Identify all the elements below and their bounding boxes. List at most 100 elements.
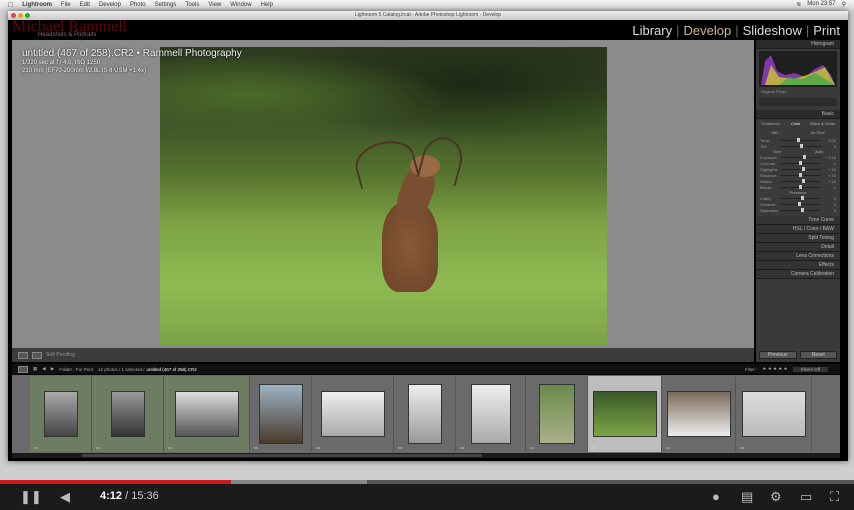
settings-gear-icon[interactable]: ⚙	[770, 489, 782, 505]
slider-value[interactable]: + 33	[824, 173, 836, 178]
reset-button[interactable]: Reset	[799, 351, 837, 359]
slider-track[interactable]	[781, 178, 821, 183]
slider-value[interactable]: 0.00	[824, 138, 836, 143]
selected-filename[interactable]: untitled (467 of 258).CR2	[147, 367, 197, 372]
slider-knob[interactable]	[802, 154, 806, 159]
slider-knob[interactable]	[801, 178, 805, 183]
menu-photo[interactable]: Photo	[130, 2, 146, 8]
fullscreen-icon[interactable]: ⛶	[830, 489, 839, 505]
watch-later-icon[interactable]: ●	[712, 489, 720, 504]
back-arrow-icon[interactable]: ◀	[42, 366, 45, 372]
filmstrip-thumbnail[interactable]: •••	[736, 376, 812, 452]
filmstrip-thumbnail[interactable]: •••	[92, 376, 164, 452]
filmstrip-thumbnail[interactable]: •••	[312, 376, 394, 452]
slider-track[interactable]	[781, 143, 821, 148]
auto-tone-button[interactable]: Auto	[815, 149, 823, 154]
slider-knob[interactable]	[798, 184, 802, 189]
slider-knob[interactable]	[801, 195, 805, 200]
slider-track[interactable]	[781, 137, 821, 142]
slider-value[interactable]: 0	[824, 196, 836, 201]
loupe-view-button[interactable]	[18, 351, 28, 359]
panel-section-detail[interactable]: Detail	[756, 243, 840, 252]
menu-settings[interactable]: Settings	[155, 2, 177, 8]
slider-track[interactable]	[781, 207, 821, 212]
slider-value[interactable]: + 25	[824, 179, 836, 184]
menu-tools[interactable]: Tools	[185, 2, 199, 8]
slider-track[interactable]	[781, 166, 821, 171]
module-develop[interactable]: Develop	[684, 23, 732, 38]
filmstrip-thumbnail[interactable]: •••	[588, 376, 662, 452]
slider-value[interactable]: 0	[824, 208, 836, 213]
menu-window[interactable]: Window	[230, 2, 251, 8]
soft-proofing-checkbox[interactable]: Soft Proofing	[46, 352, 75, 358]
slider-value[interactable]: 0	[824, 161, 836, 166]
filmstrip-scrollbar[interactable]	[12, 453, 840, 458]
folder-source[interactable]: Folder : For Print	[59, 367, 93, 372]
filmstrip-thumbnail[interactable]: •••	[394, 376, 456, 452]
treatment-color[interactable]: Color	[791, 121, 801, 126]
menu-view[interactable]: View	[208, 2, 221, 8]
panel-section-split-toning[interactable]: Split Toning	[756, 234, 840, 243]
filmstrip-thumbnail[interactable]: •••	[30, 376, 92, 452]
video-progress-bar[interactable]	[0, 480, 854, 484]
menu-lightroom[interactable]: Lightroom	[22, 2, 52, 8]
white-balance-select[interactable]: As Shot	[811, 130, 825, 135]
menu-develop[interactable]: Develop	[99, 2, 121, 8]
spotlight-icon[interactable]: ⚲	[842, 1, 846, 8]
filmstrip-thumbnail[interactable]: •••	[662, 376, 736, 452]
slider-value[interactable]: 0	[824, 144, 836, 149]
tool-strip[interactable]	[759, 98, 837, 106]
slider-track[interactable]	[781, 154, 821, 159]
slider-value[interactable]: 0	[824, 202, 836, 207]
slider-knob[interactable]	[799, 160, 803, 165]
module-library[interactable]: Library	[632, 23, 672, 38]
pause-icon[interactable]: ❚❚	[20, 489, 42, 505]
compare-view-button[interactable]	[32, 351, 42, 359]
slider-track[interactable]	[781, 195, 821, 200]
panel-section-hsl-color-b-w[interactable]: HSL / Color / B&W	[756, 225, 840, 234]
module-print[interactable]: Print	[813, 23, 840, 38]
panel-section-effects[interactable]: Effects	[756, 261, 840, 270]
theater-mode-icon[interactable]: ▭	[800, 489, 812, 505]
captions-icon[interactable]: ▤	[741, 489, 753, 505]
filmstrip-thumbnail[interactable]: •••	[526, 376, 588, 452]
histogram-header[interactable]: Histogram	[756, 40, 840, 49]
apple-icon[interactable]: 	[8, 2, 13, 9]
menu-edit[interactable]: Edit	[80, 2, 90, 8]
slider-knob[interactable]	[797, 137, 800, 142]
clock[interactable]: Mon 23:57	[807, 1, 835, 8]
forward-arrow-icon[interactable]: ▶	[51, 366, 54, 372]
slider-knob[interactable]	[802, 166, 806, 171]
panel-section-camera-calibration[interactable]: Camera Calibration	[756, 270, 840, 279]
original-photo-checkbox[interactable]: Original Photo	[756, 89, 840, 94]
grid-icon[interactable]: ▦	[33, 366, 37, 372]
menu-help[interactable]: Help	[261, 2, 273, 8]
module-slideshow[interactable]: Slideshow	[743, 23, 802, 38]
slider-track[interactable]	[781, 184, 821, 189]
panel-section-tone-curve[interactable]: Tone Curve	[756, 216, 840, 225]
panel-section-lens-corrections[interactable]: Lens Corrections	[756, 252, 840, 261]
filter-select[interactable]: Filters Off	[792, 366, 828, 372]
filmstrip-thumbnail[interactable]: •••	[250, 376, 312, 452]
menu-file[interactable]: File	[61, 2, 71, 8]
filter-stars[interactable]: ★ ★ ★ ★ ★	[762, 366, 787, 372]
slider-value[interactable]: 0	[824, 185, 836, 190]
slider-track[interactable]	[781, 160, 821, 165]
slider-knob[interactable]	[799, 172, 802, 177]
slider-knob[interactable]	[799, 143, 803, 148]
slider-value[interactable]: + 33	[824, 167, 836, 172]
basic-header[interactable]: Basic	[756, 110, 840, 119]
filmstrip-thumbnail[interactable]: •••	[164, 376, 250, 452]
filmstrip-thumbnail[interactable]: •••	[456, 376, 526, 452]
slider-knob[interactable]	[801, 207, 804, 212]
slider-saturation[interactable]: Saturation 0	[756, 207, 840, 213]
slider-track[interactable]	[781, 201, 821, 206]
photo-preview[interactable]	[160, 47, 607, 345]
wifi-icon[interactable]: ≋	[796, 1, 801, 8]
slider-value[interactable]: + 0.18	[824, 155, 836, 160]
previous-button[interactable]: Previous	[759, 351, 797, 359]
slider-track[interactable]	[781, 172, 821, 177]
volume-icon[interactable]: ◀	[60, 489, 70, 505]
main-window-button[interactable]	[18, 365, 28, 373]
treatment-bw[interactable]: Black & White	[810, 121, 835, 126]
